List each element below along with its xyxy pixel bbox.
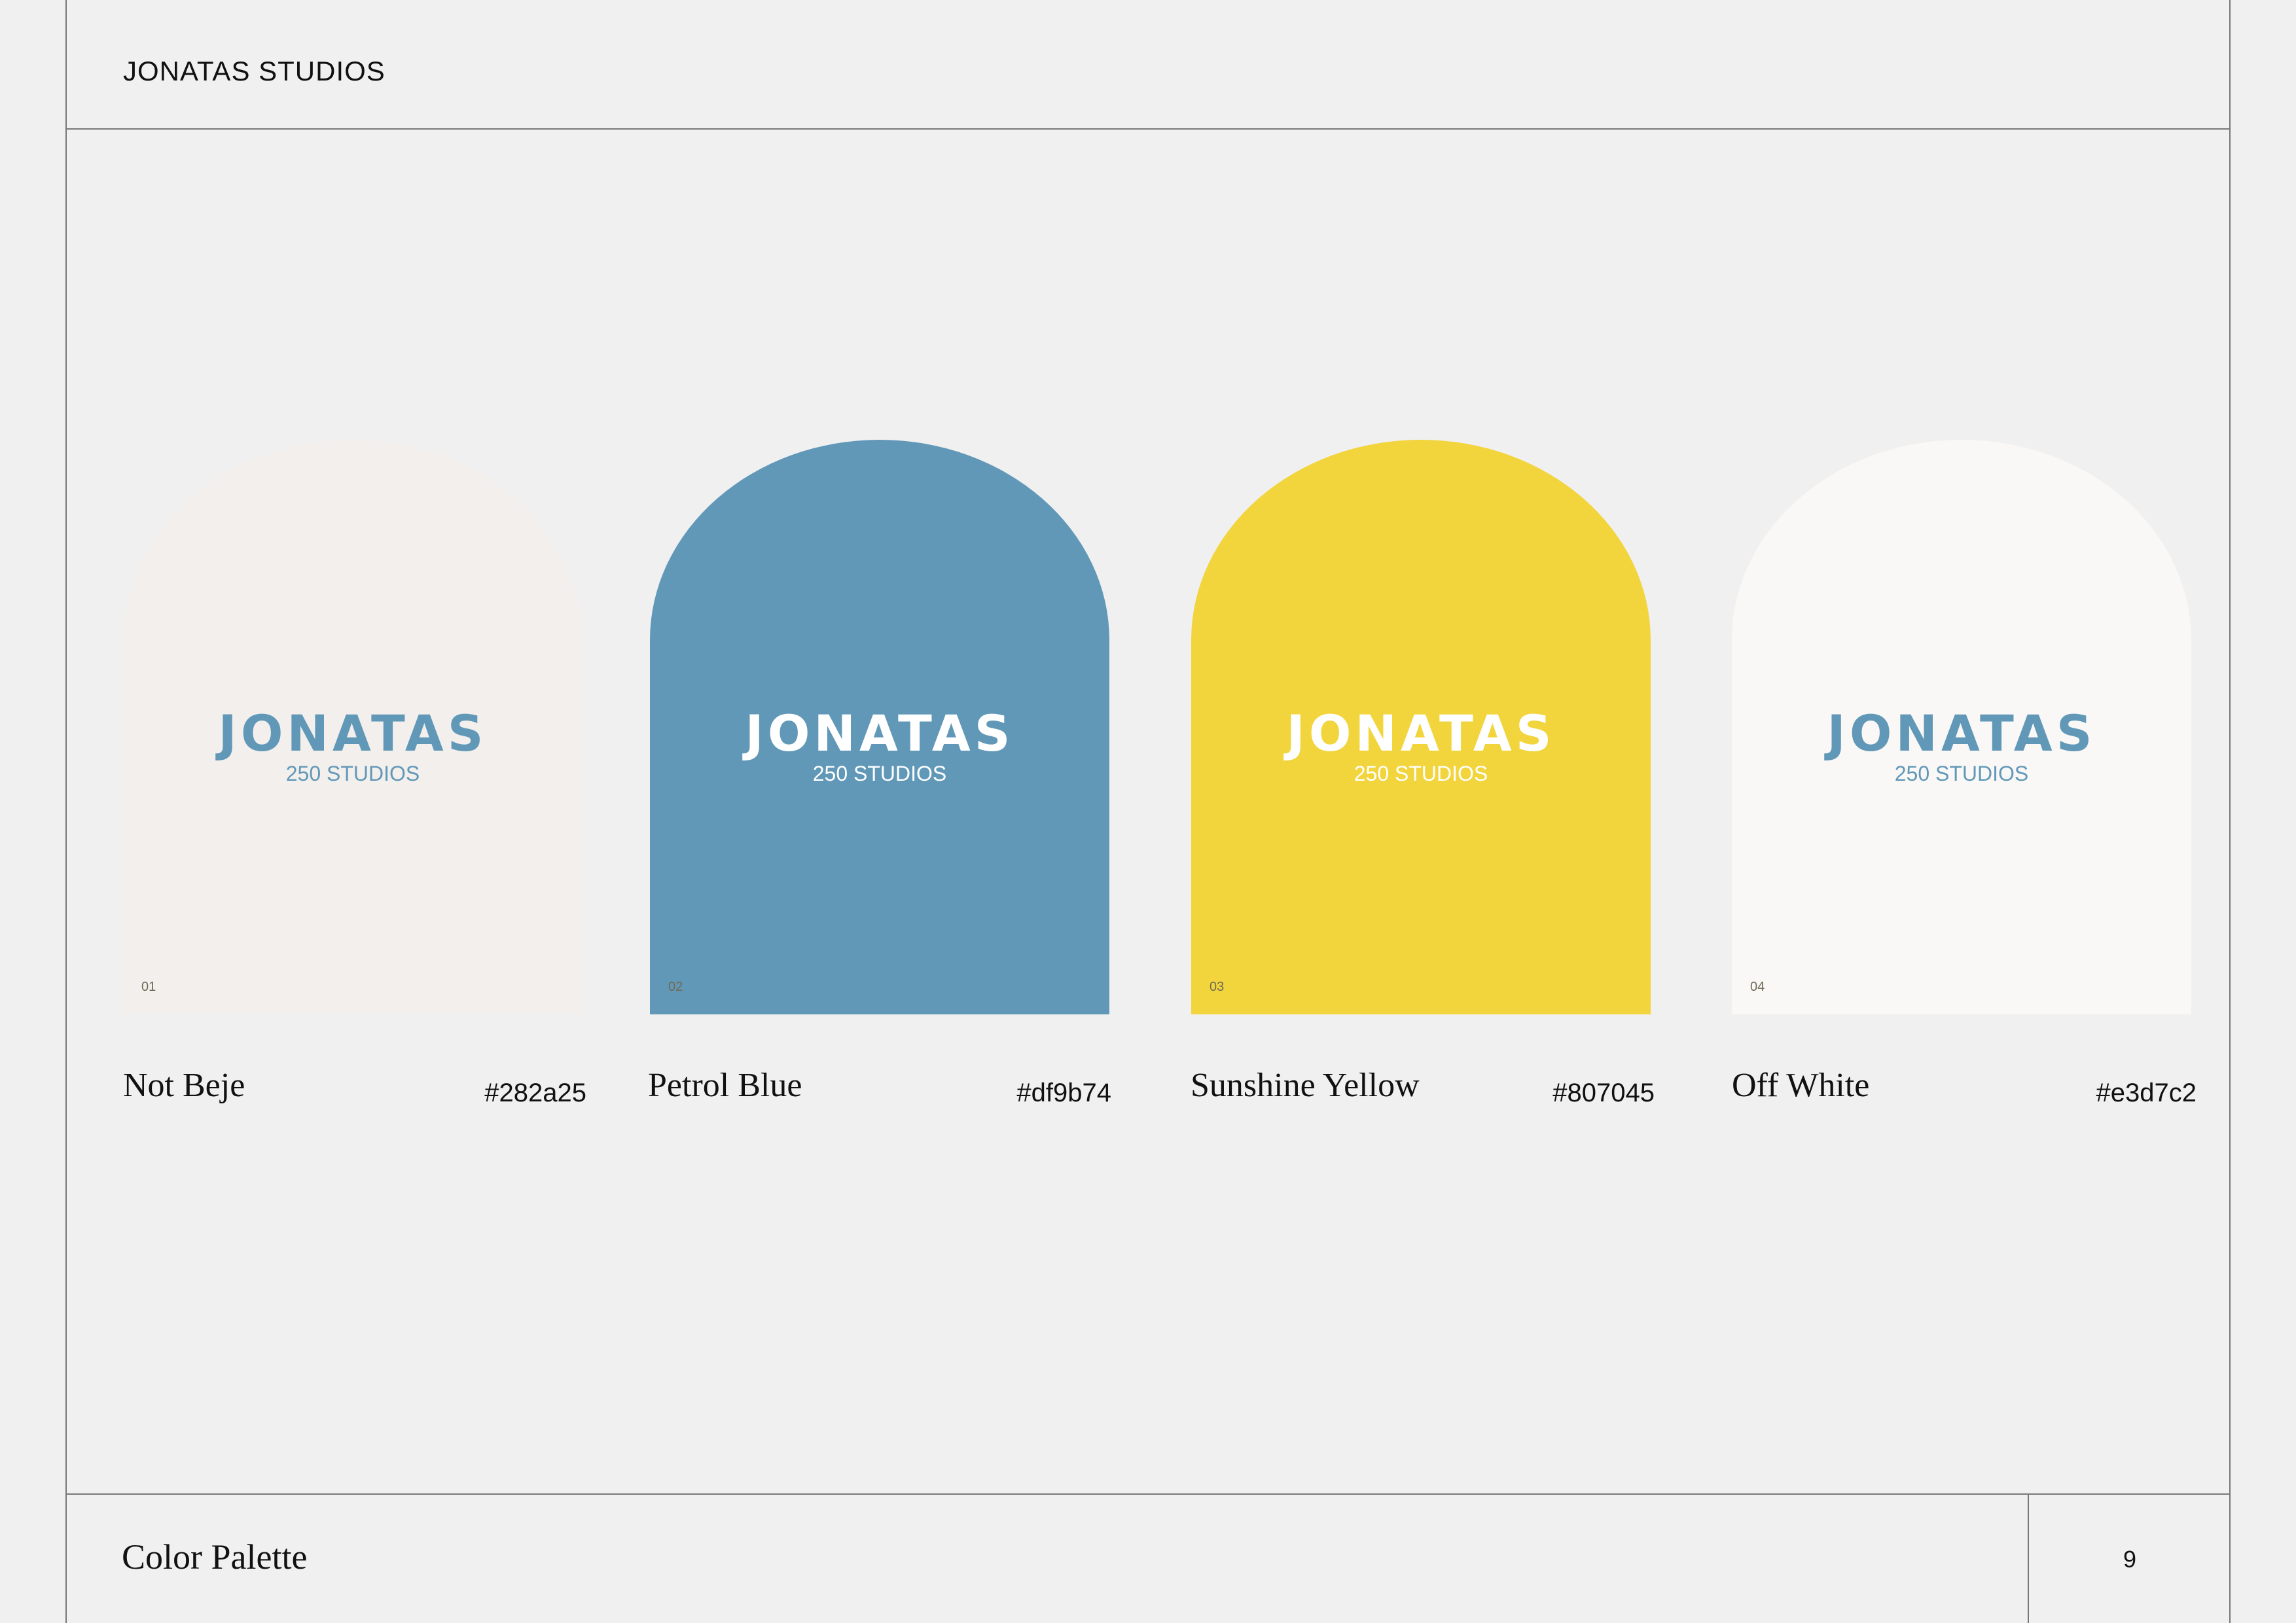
logo-subtitle: 250 STUDIOS: [1354, 762, 1488, 785]
color-hex-petrol-blue: #df9b74: [1016, 1079, 1111, 1107]
swatch-number: 01: [141, 980, 156, 994]
frame-left-line: [65, 0, 67, 1623]
logo-wordmark: JONATAS: [745, 704, 1014, 762]
logo-wordmark: JONATAS: [1827, 704, 2096, 762]
logo-subtitle: 250 STUDIOS: [1894, 762, 2029, 785]
swatch-sunshine-yellow: JONATAS 250 STUDIOS 03: [1191, 440, 1651, 1014]
swatch-number: 04: [1750, 980, 1765, 994]
footer-title: Color Palette: [122, 1537, 308, 1577]
header-divider: [65, 128, 2231, 130]
logo-wordmark: JONATAS: [1286, 704, 1556, 762]
swatch-petrol-blue: JONATAS 250 STUDIOS 02: [650, 440, 1109, 1014]
swatch-number: 02: [668, 980, 683, 994]
logo: JONATAS 250 STUDIOS: [1191, 704, 1651, 787]
footer-divider: [65, 1493, 2231, 1495]
color-name-sunshine-yellow: Sunshine Yellow: [1191, 1067, 1420, 1104]
color-name-not-beje: Not Beje: [123, 1067, 245, 1104]
logo: JONATAS 250 STUDIOS: [1732, 704, 2191, 787]
color-hex-not-beje: #282a25: [484, 1079, 586, 1107]
frame-right-line: [2229, 0, 2231, 1623]
swatch-number: 03: [1210, 980, 1225, 994]
color-hex-sunshine-yellow: #807045: [1552, 1079, 1655, 1107]
page-number: 9: [2123, 1546, 2137, 1573]
logo-subtitle: 250 STUDIOS: [812, 762, 947, 785]
logo-subtitle: 250 STUDIOS: [285, 762, 420, 785]
logo: JONATAS 250 STUDIOS: [650, 704, 1109, 787]
logo: JONATAS 250 STUDIOS: [123, 704, 583, 787]
swatch-off-white: JONATAS 250 STUDIOS 04: [1732, 440, 2191, 1014]
color-name-off-white: Off White: [1732, 1067, 1870, 1104]
color-name-petrol-blue: Petrol Blue: [648, 1067, 802, 1104]
color-hex-off-white: #e3d7c2: [2096, 1079, 2197, 1107]
logo-wordmark: JONATAS: [218, 704, 488, 762]
swatch-not-beje: JONATAS 250 STUDIOS 01: [123, 440, 583, 1014]
brand-name: JONATAS STUDIOS: [123, 56, 386, 86]
